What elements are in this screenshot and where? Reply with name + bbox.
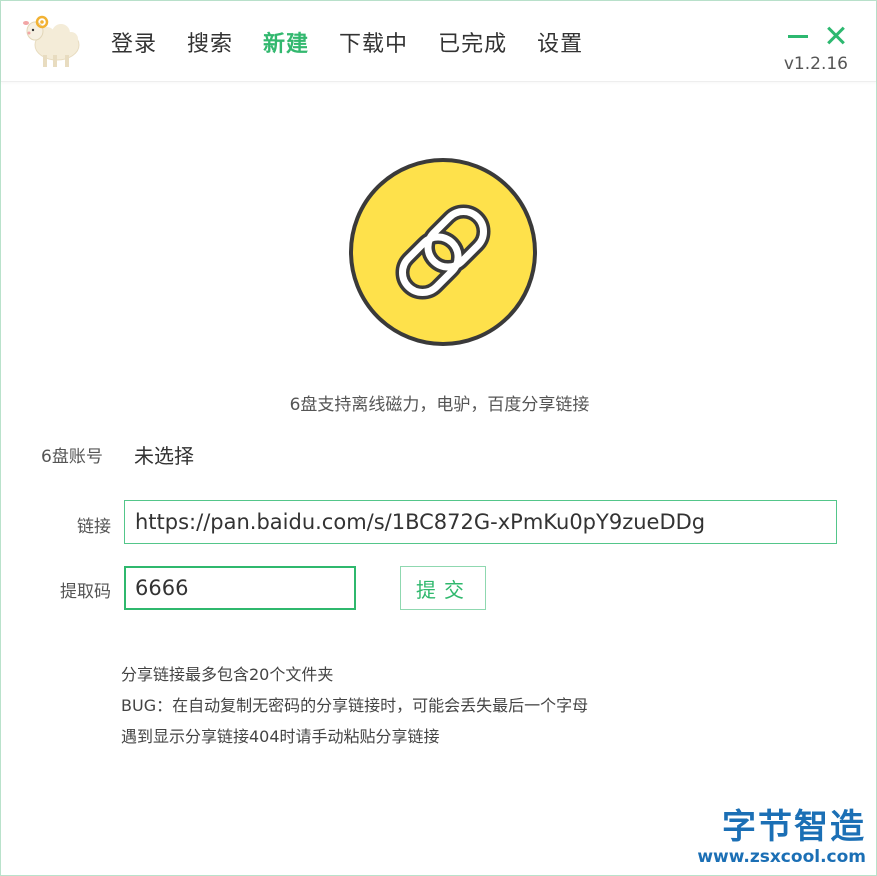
close-icon[interactable] bbox=[826, 25, 846, 45]
window-controls bbox=[788, 25, 846, 45]
tab-downloading[interactable]: 下载中 bbox=[339, 29, 408, 61]
account-value[interactable]: 未选择 bbox=[134, 440, 194, 469]
main-nav: 登录 搜索 新建 下载中 已完成 设置 bbox=[111, 29, 613, 61]
submit-button[interactable]: 提交 bbox=[400, 566, 486, 610]
tab-search[interactable]: 搜索 bbox=[187, 29, 233, 61]
tab-new[interactable]: 新建 bbox=[263, 29, 309, 61]
tab-completed[interactable]: 已完成 bbox=[438, 29, 507, 61]
code-label: 提取码 bbox=[60, 582, 111, 602]
link-input[interactable] bbox=[124, 500, 837, 544]
note-item: 遇到显示分享链接404时请手动粘贴分享链接 bbox=[121, 727, 440, 746]
version-label: v1.2.16 bbox=[783, 54, 848, 74]
notes: 分享链接最多包含20个文件夹 BUG：在自动复制无密码的分享链接时，可能会丢失最… bbox=[121, 659, 588, 752]
watermark-title: 字节智造 bbox=[722, 807, 866, 847]
tab-settings[interactable]: 设置 bbox=[537, 29, 583, 61]
account-label: 6盘账号 bbox=[41, 447, 103, 467]
top-bar: 登录 搜索 新建 下载中 已完成 设置 v1.2.16 bbox=[1, 1, 876, 82]
code-input[interactable] bbox=[124, 566, 356, 610]
tab-login[interactable]: 登录 bbox=[111, 29, 157, 61]
minimize-icon[interactable] bbox=[788, 25, 808, 45]
watermark: 字节智造 www.zsxcool.com bbox=[697, 807, 870, 869]
watermark-url: www.zsxcool.com bbox=[697, 847, 866, 867]
note-item: 分享链接最多包含20个文件夹 bbox=[121, 665, 334, 684]
sheep-logo-icon bbox=[23, 15, 80, 67]
link-label: 链接 bbox=[77, 517, 111, 537]
app-window: 登录 搜索 新建 下载中 已完成 设置 v1.2.16 6盘支持离线磁力，电驴，… bbox=[0, 0, 877, 876]
note-item: BUG：在自动复制无密码的分享链接时，可能会丢失最后一个字母 bbox=[121, 696, 589, 715]
chain-link-icon bbox=[349, 158, 537, 346]
feature-description: 6盘支持离线磁力，电驴，百度分享链接 bbox=[289, 395, 590, 415]
